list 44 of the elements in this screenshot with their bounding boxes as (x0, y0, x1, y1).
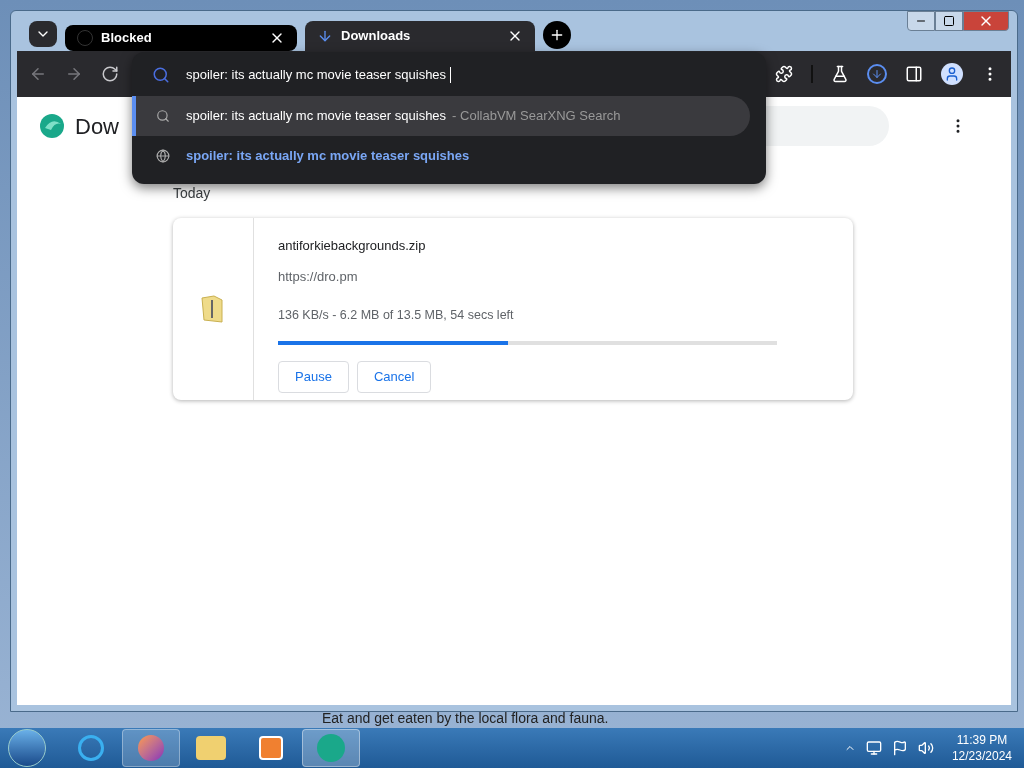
clock-time[interactable]: 11:39 PM (956, 732, 1008, 748)
download-icon (317, 28, 333, 44)
network-icon[interactable] (865, 740, 882, 756)
download-action-button[interactable]: Pause (278, 360, 349, 393)
page-title: Dow (75, 112, 119, 141)
side-panel-icon[interactable] (905, 65, 923, 83)
flag-icon[interactable] (891, 740, 908, 756)
plus-icon (549, 27, 565, 43)
clock-date[interactable]: 12/23/2024 (951, 748, 1012, 764)
address-field[interactable]: spoiler: its actually mc movie teaser squishes (186, 65, 452, 85)
flask-icon[interactable] (831, 65, 849, 83)
file-name[interactable]: antiforkiebackgrounds.zip (278, 236, 777, 256)
profile-icon[interactable] (941, 63, 963, 85)
section-heading: Today (173, 184, 212, 203)
reload-icon[interactable] (101, 65, 119, 83)
new-tab-button[interactable] (543, 21, 571, 49)
search-icon (156, 109, 170, 123)
suggestion-link: spoiler: its actually mc movie teaser squishes (186, 147, 470, 166)
extensions-icon[interactable] (775, 65, 793, 83)
logo-icon (39, 113, 65, 139)
browser-tab[interactable]: Blocked (65, 25, 297, 51)
suggestion-item[interactable]: spoiler: its actually mc movie teaser squishes - CollabVM SearXNG Search (132, 96, 750, 136)
search-icon (152, 66, 170, 84)
download-status: 136 KB/s - 6.2 MB of 13.5 MB, 54 secs left (278, 307, 515, 324)
browser-tab[interactable]: Downloads (305, 21, 535, 51)
forward-icon[interactable] (65, 65, 83, 83)
minimize-button[interactable] (907, 11, 935, 31)
background-window-text: Eat and get eaten by the local flora and fauna. (322, 709, 609, 728)
download-action-button[interactable]: Cancel (356, 360, 432, 393)
tab-title: Blocked (101, 29, 153, 48)
maximize-button[interactable] (935, 11, 963, 31)
start-button[interactable] (8, 729, 46, 767)
back-icon[interactable] (29, 65, 47, 83)
suggestion-text: spoiler: its actually mc movie teaser squishes (186, 107, 447, 126)
maximize-icon (943, 15, 955, 27)
suggestion-source: - CollabVM SearXNG Search (452, 107, 621, 126)
file-url[interactable]: https://dro.pm (278, 266, 777, 286)
zip-folder-icon (200, 294, 226, 324)
suggestion-item[interactable]: spoiler: its actually mc movie teaser squishes (132, 136, 766, 176)
download-progress-icon[interactable] (867, 64, 887, 84)
volume-icon[interactable] (917, 740, 934, 756)
globe-icon (156, 149, 170, 163)
tab-search-button[interactable] (29, 21, 57, 47)
tab-title: Downloads (341, 27, 412, 46)
